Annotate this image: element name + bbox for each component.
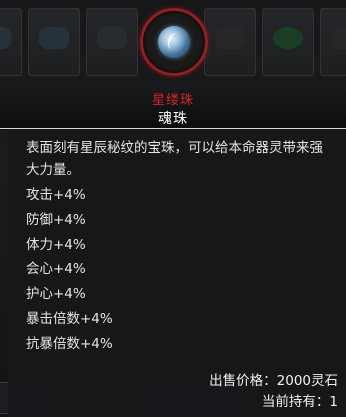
- stat-attack: 攻击+4%: [26, 187, 86, 203]
- stat-stamina: 体力+4%: [26, 236, 86, 253]
- stat-crit-guard: 护心+4%: [26, 286, 86, 303]
- soul-pearl-icon: [140, 8, 208, 76]
- stat-critical: 会心+4%: [26, 261, 86, 278]
- game-screen: 星缕珠 魂珠 表面刻有星辰秘纹的宝珠，可以给本命器灵带来强大力量。 攻击+4% …: [0, 0, 346, 417]
- tooltip-divider: [0, 128, 346, 129]
- item-description: 表面刻有星辰秘纹的宝珠，可以给本命器灵带来强大力量。: [26, 140, 323, 178]
- item-type: 魂珠: [158, 111, 188, 127]
- sell-price-value: 2000灵石: [276, 373, 338, 389]
- item-stats: 攻击+4% 防御+4% 体力+4% 会心+4% 护心+4% 暴击倍数+4% 抗暴…: [26, 183, 226, 357]
- held-count-value: 1: [329, 394, 338, 410]
- sell-price: 出售价格：2000灵石: [209, 369, 338, 389]
- stat-crit-multiplier: 暴击倍数+4%: [26, 310, 113, 327]
- stat-defense: 防御+4%: [26, 211, 86, 228]
- pearl-gem-icon: [158, 26, 190, 58]
- held-count: 当前持有：1: [262, 390, 338, 410]
- item-name: 星缕珠: [151, 93, 194, 108]
- held-count-label: 当前持有：: [261, 394, 330, 410]
- stat-crit-resist-multiplier: 抗暴倍数+4%: [26, 335, 113, 352]
- sell-price-label: 出售价格：: [209, 373, 277, 389]
- item-tooltip: 星缕珠 魂珠 表面刻有星辰秘纹的宝珠，可以给本命器灵带来强大力量。 攻击+4% …: [0, 0, 346, 417]
